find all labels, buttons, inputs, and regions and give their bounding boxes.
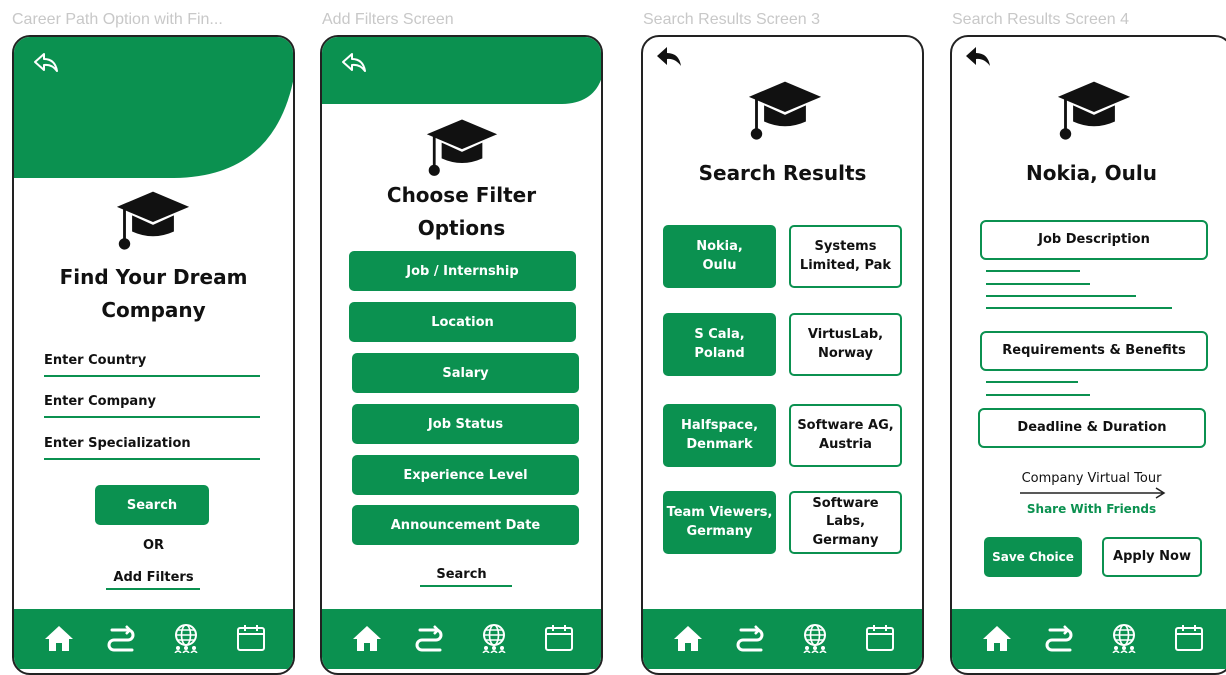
screen-company-details: Nokia, Oulu Job Description Requirements… xyxy=(950,35,1226,675)
filter-option-salary[interactable]: Salary xyxy=(352,353,579,393)
back-arrow-icon[interactable] xyxy=(655,45,683,69)
route-icon[interactable] xyxy=(414,623,444,653)
screen-add-filters: Choose Filter Options Job / Internship L… xyxy=(320,35,603,675)
bottom-nav-bar xyxy=(14,609,293,669)
frame-title-search-results-3: Search Results Screen 3 xyxy=(643,11,820,28)
graduation-cap-icon xyxy=(747,79,823,147)
page-title-line1: Find Your Dream xyxy=(59,265,248,289)
result-software-labs[interactable]: Software Labs, Germany xyxy=(789,491,902,554)
back-arrow-icon[interactable] xyxy=(32,51,60,75)
text-placeholder-line xyxy=(986,295,1136,297)
deadline-duration-button[interactable]: Deadline & Duration xyxy=(978,408,1206,448)
back-arrow-icon[interactable] xyxy=(340,51,368,75)
company-field-label[interactable]: Enter Company xyxy=(44,394,156,409)
page-title: Search Results xyxy=(698,161,867,185)
bottom-nav-bar xyxy=(322,609,601,669)
back-arrow-icon[interactable] xyxy=(964,45,992,69)
route-icon[interactable] xyxy=(106,623,136,653)
page-title: Find Your Dream Company xyxy=(14,261,293,327)
country-field-label[interactable]: Enter Country xyxy=(44,353,146,368)
text-placeholder-line xyxy=(986,270,1080,272)
result-systems-limited[interactable]: Systems Limited, Pak xyxy=(789,225,902,288)
filter-option-job-status[interactable]: Job Status xyxy=(352,404,579,444)
calendar-icon[interactable] xyxy=(544,623,574,653)
search-link[interactable]: Search xyxy=(322,567,601,582)
add-filters-underline xyxy=(106,588,200,590)
text-placeholder-line xyxy=(986,283,1090,285)
company-virtual-tour-link[interactable]: Company Virtual Tour xyxy=(952,471,1226,486)
frame-title-search-results-4: Search Results Screen 4 xyxy=(952,11,1129,28)
text-placeholder-line xyxy=(986,381,1078,383)
or-divider-text: OR xyxy=(142,538,165,553)
globe-icon[interactable] xyxy=(479,623,509,653)
calendar-icon[interactable] xyxy=(236,623,266,653)
calendar-icon[interactable] xyxy=(1174,623,1204,653)
result-virtuslab[interactable]: VirtusLab, Norway xyxy=(789,313,902,376)
frame-title-add-filters: Add Filters Screen xyxy=(322,11,454,28)
share-with-friends-link[interactable]: Share With Friends xyxy=(952,502,1226,516)
page-title-line1: Choose Filter xyxy=(386,183,537,207)
filter-option-announcement-date[interactable]: Announcement Date xyxy=(352,505,579,545)
add-filters-link[interactable]: Add Filters xyxy=(14,570,293,585)
result-nokia-oulu[interactable]: Nokia, Oulu xyxy=(663,225,776,288)
bottom-nav-bar xyxy=(952,609,1226,669)
apply-now-button[interactable]: Apply Now xyxy=(1102,537,1202,577)
result-team-viewers[interactable]: Team Viewers, Germany xyxy=(663,491,776,554)
home-icon[interactable] xyxy=(44,623,74,653)
arrow-right-icon xyxy=(1020,487,1166,499)
calendar-icon[interactable] xyxy=(865,623,895,653)
graduation-cap-icon xyxy=(425,117,499,183)
result-halfspace[interactable]: Halfspace, Denmark xyxy=(663,404,776,467)
page-title-line2: Options xyxy=(417,216,506,240)
graduation-cap-icon xyxy=(1056,79,1132,147)
frame-title-career-path: Career Path Option with Fin... xyxy=(12,11,223,28)
specialization-field-label[interactable]: Enter Specialization xyxy=(44,436,191,451)
home-icon[interactable] xyxy=(982,623,1012,653)
text-placeholder-line xyxy=(986,394,1090,396)
filter-option-job-internship[interactable]: Job / Internship xyxy=(349,251,576,291)
country-field-underline xyxy=(44,375,260,377)
save-choice-button[interactable]: Save Choice xyxy=(984,537,1082,577)
requirements-benefits-button[interactable]: Requirements & Benefits xyxy=(980,331,1208,371)
specialization-field-underline xyxy=(44,458,260,460)
filter-option-experience-level[interactable]: Experience Level xyxy=(352,455,579,495)
globe-icon[interactable] xyxy=(800,623,830,653)
company-field-underline xyxy=(44,416,260,418)
job-description-button[interactable]: Job Description xyxy=(980,220,1208,260)
globe-icon[interactable] xyxy=(171,623,201,653)
page-title-line2: Company xyxy=(101,298,206,322)
globe-icon[interactable] xyxy=(1109,623,1139,653)
search-button[interactable]: Search xyxy=(95,485,209,525)
route-icon[interactable] xyxy=(735,623,765,653)
bottom-nav-bar xyxy=(643,609,922,669)
route-icon[interactable] xyxy=(1044,623,1074,653)
text-placeholder-line xyxy=(986,307,1172,309)
search-link-underline xyxy=(420,585,512,587)
filter-option-location[interactable]: Location xyxy=(349,302,576,342)
screen-find-dream-company: Find Your Dream Company Enter Country En… xyxy=(12,35,295,675)
home-icon[interactable] xyxy=(352,623,382,653)
result-software-ag[interactable]: Software AG, Austria xyxy=(789,404,902,467)
home-icon[interactable] xyxy=(673,623,703,653)
graduation-cap-icon xyxy=(115,189,191,257)
company-title: Nokia, Oulu xyxy=(1025,161,1158,185)
result-s-cala[interactable]: S Cala, Poland xyxy=(663,313,776,376)
page-title: Choose Filter Options xyxy=(322,179,601,245)
screen-search-results: Search Results Nokia, Oulu Systems Limit… xyxy=(641,35,924,675)
